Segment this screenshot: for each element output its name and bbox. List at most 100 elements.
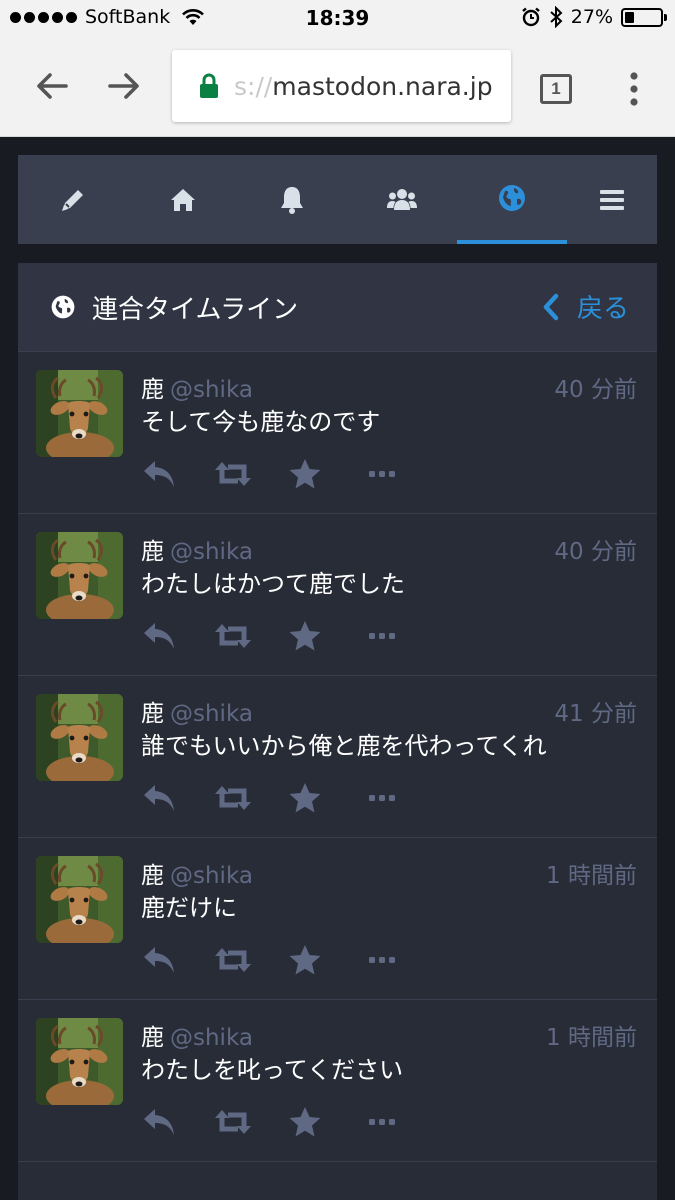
status-item[interactable]: 鹿 @shika 41 分前 誰でもいいから俺と鹿を代わってくれ bbox=[18, 676, 657, 838]
alarm-icon bbox=[521, 7, 540, 27]
menu-icon bbox=[600, 189, 624, 210]
avatar[interactable] bbox=[36, 532, 123, 619]
ios-status-bar: SoftBank 18:39 27% bbox=[0, 0, 675, 38]
status-actions bbox=[142, 618, 402, 654]
reply-button[interactable] bbox=[142, 456, 176, 492]
account-handle: @shika bbox=[170, 701, 253, 727]
avatar[interactable] bbox=[36, 370, 123, 457]
ellipsis-icon bbox=[369, 471, 395, 477]
status-timestamp[interactable]: 1 時間前 bbox=[546, 1018, 637, 1052]
battery-percent: 27% bbox=[570, 6, 613, 28]
star-icon bbox=[289, 945, 321, 975]
reply-button[interactable] bbox=[142, 780, 176, 816]
deer-avatar-image bbox=[36, 532, 123, 619]
forward-arrow-icon[interactable] bbox=[104, 66, 144, 106]
status-author[interactable]: 鹿 @shika bbox=[141, 370, 253, 404]
federated-timeline-column: 連合タイムライン 戻る 鹿 @shika 40 分前 そして今も鹿なのです 鹿 … bbox=[18, 263, 657, 1200]
lock-icon bbox=[200, 73, 218, 98]
back-button[interactable]: 戻る bbox=[541, 288, 629, 325]
star-icon bbox=[289, 459, 321, 489]
retweet-icon bbox=[215, 1110, 251, 1134]
more-button[interactable] bbox=[368, 1104, 396, 1140]
status-item[interactable]: 鹿 @shika 40 分前 そして今も鹿なのです bbox=[18, 352, 657, 514]
boost-button[interactable] bbox=[214, 780, 252, 816]
tab-notifications[interactable] bbox=[237, 155, 347, 244]
status-indicators: 27% bbox=[521, 6, 667, 28]
avatar[interactable] bbox=[36, 694, 123, 781]
status-actions bbox=[142, 1104, 402, 1140]
display-name: 鹿 bbox=[141, 701, 164, 727]
more-button[interactable] bbox=[368, 456, 396, 492]
favourite-button[interactable] bbox=[288, 942, 322, 978]
status-timestamp[interactable]: 40 分前 bbox=[554, 370, 637, 404]
reply-button[interactable] bbox=[142, 1104, 176, 1140]
deer-avatar-image bbox=[36, 694, 123, 781]
boost-button[interactable] bbox=[214, 618, 252, 654]
mastodon-app: 連合タイムライン 戻る 鹿 @shika 40 分前 そして今も鹿なのです 鹿 … bbox=[0, 137, 675, 1200]
boost-button[interactable] bbox=[214, 456, 252, 492]
favourite-button[interactable] bbox=[288, 780, 322, 816]
status-timestamp[interactable]: 41 分前 bbox=[554, 694, 637, 728]
status-actions bbox=[142, 780, 402, 816]
status-author[interactable]: 鹿 @shika bbox=[141, 856, 253, 890]
favourite-button[interactable] bbox=[288, 618, 322, 654]
status-author[interactable]: 鹿 @shika bbox=[141, 532, 253, 566]
reply-icon bbox=[144, 1109, 174, 1135]
reply-button[interactable] bbox=[142, 942, 176, 978]
more-menu-icon[interactable] bbox=[627, 70, 641, 108]
home-icon bbox=[171, 188, 195, 211]
more-button[interactable] bbox=[368, 618, 396, 654]
account-handle: @shika bbox=[170, 1025, 253, 1051]
retweet-icon bbox=[215, 786, 251, 810]
more-button[interactable] bbox=[368, 942, 396, 978]
tab-federated-timeline[interactable] bbox=[457, 155, 567, 244]
status-content: そして今も鹿なのです bbox=[141, 408, 381, 436]
status-timestamp[interactable]: 40 分前 bbox=[554, 532, 637, 566]
tab-compose[interactable] bbox=[18, 155, 128, 244]
status-actions bbox=[142, 942, 402, 978]
reply-button[interactable] bbox=[142, 618, 176, 654]
status-item[interactable]: 鹿 @shika 1 時間前 鹿だけに bbox=[18, 838, 657, 1000]
favourite-button[interactable] bbox=[288, 1104, 322, 1140]
column-title: 連合タイムライン bbox=[92, 294, 299, 325]
tab-home[interactable] bbox=[128, 155, 238, 244]
avatar[interactable] bbox=[36, 1018, 123, 1105]
tab-menu[interactable] bbox=[557, 155, 667, 244]
boost-button[interactable] bbox=[214, 1104, 252, 1140]
boost-button[interactable] bbox=[214, 942, 252, 978]
ellipsis-icon bbox=[369, 795, 395, 801]
status-content: わたしを叱ってください bbox=[141, 1056, 404, 1084]
status-content: 鹿だけに bbox=[141, 894, 237, 922]
status-author[interactable]: 鹿 @shika bbox=[141, 694, 253, 728]
reply-icon bbox=[144, 623, 174, 649]
deer-avatar-image bbox=[36, 1018, 123, 1105]
retweet-icon bbox=[215, 462, 251, 486]
status-list: 鹿 @shika 40 分前 そして今も鹿なのです 鹿 @shika 40 分前… bbox=[18, 352, 657, 1162]
avatar[interactable] bbox=[36, 856, 123, 943]
retweet-icon bbox=[215, 948, 251, 972]
back-arrow-icon[interactable] bbox=[32, 66, 72, 106]
chevron-left-icon bbox=[543, 293, 559, 320]
status-item[interactable]: 鹿 @shika 40 分前 わたしはかつて鹿でした bbox=[18, 514, 657, 676]
account-handle: @shika bbox=[170, 539, 253, 565]
bell-icon bbox=[281, 186, 303, 214]
status-timestamp[interactable]: 1 時間前 bbox=[546, 856, 637, 890]
tab-switcher-button[interactable]: 1 bbox=[540, 74, 572, 104]
url-bar[interactable]: s://mastodon.nara.jp bbox=[172, 50, 511, 122]
status-item[interactable]: 鹿 @shika 1 時間前 わたしを叱ってください bbox=[18, 1000, 657, 1162]
ellipsis-icon bbox=[369, 1119, 395, 1125]
navigation-tabs bbox=[18, 155, 657, 244]
ellipsis-icon bbox=[369, 633, 395, 639]
star-icon bbox=[289, 783, 321, 813]
account-handle: @shika bbox=[170, 863, 253, 889]
display-name: 鹿 bbox=[141, 539, 164, 565]
bluetooth-icon bbox=[550, 6, 563, 28]
favourite-button[interactable] bbox=[288, 456, 322, 492]
star-icon bbox=[289, 1107, 321, 1137]
more-button[interactable] bbox=[368, 780, 396, 816]
reply-icon bbox=[144, 785, 174, 811]
reply-icon bbox=[144, 461, 174, 487]
status-author[interactable]: 鹿 @shika bbox=[141, 1018, 253, 1052]
tab-local-timeline[interactable] bbox=[347, 155, 457, 244]
star-icon bbox=[289, 621, 321, 651]
